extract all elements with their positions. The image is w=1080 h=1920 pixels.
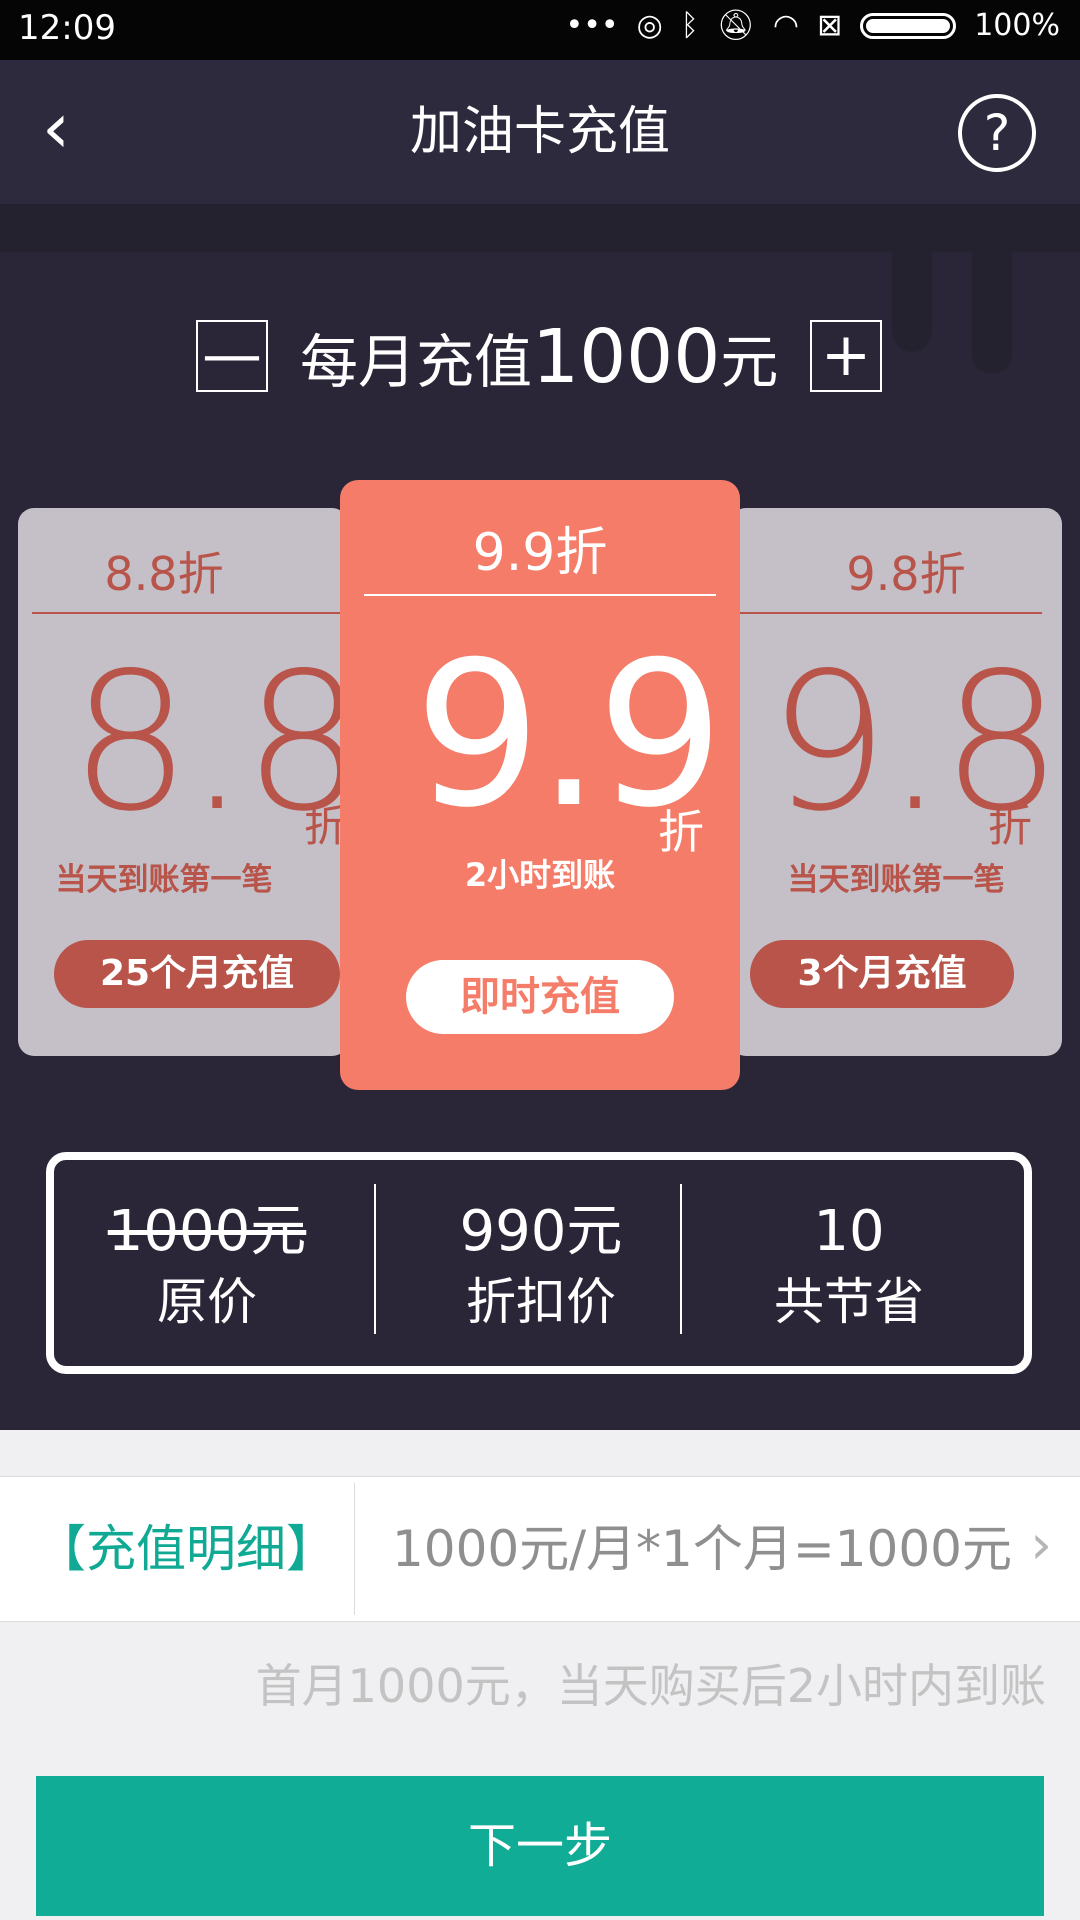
recharge-panel: — 每月充值1000元 + 8.8折 8.8 折 当天到账第一笔 25个月充值 … [0, 204, 1080, 1430]
card-divider [32, 612, 348, 614]
status-icons: ••• ◎ ᛒ 🔕︎ ◠ ⊠ 100% [566, 8, 1060, 43]
bluetooth-icon: ᛒ [680, 8, 699, 43]
arrival-note: 首月1000元，当天购买后2小时内到账 [255, 1659, 1046, 1713]
wifi-icon: ◠ [772, 8, 800, 43]
next-step-button[interactable]: 下一步 [36, 1776, 1044, 1916]
summary-divider [680, 1184, 682, 1334]
plan-discount-unit: 折 [988, 801, 1032, 852]
instant-recharge-button[interactable]: 即时充值 [406, 960, 674, 1034]
bell-off-icon: 🔕︎ [716, 8, 755, 43]
original-price-column: 1000元 原价 [54, 1160, 360, 1366]
page-title: 加油卡充值 [409, 102, 670, 162]
card-divider [730, 612, 1042, 614]
header: ‹ 加油卡充值 ? [0, 60, 1080, 204]
status-time: 12:09 [18, 8, 116, 48]
more-dots-icon: ••• [565, 8, 619, 43]
discount-price-column: 990元 折扣价 [388, 1160, 694, 1366]
savings-column: 10 共节省 [696, 1160, 1002, 1366]
plan-subtitle: 2小时到账 [464, 856, 616, 894]
discount-price-label: 折扣价 [466, 1273, 616, 1331]
help-button[interactable]: ? [958, 94, 1036, 172]
minus-button[interactable]: — [196, 320, 268, 392]
hotspot-icon: ◎ [636, 8, 663, 43]
plan-discount-title: 9.9折 [472, 523, 608, 583]
sim-icon: ⊠ [817, 8, 843, 43]
plus-button[interactable]: + [810, 320, 882, 392]
original-price-value: 1000元 [107, 1199, 307, 1264]
plan-card-left[interactable]: 8.8折 8.8 折 当天到账第一笔 25个月充值 [18, 508, 348, 1056]
plan-card-right[interactable]: 9.8折 9.8 折 当天到账第一笔 3个月充值 [730, 508, 1062, 1056]
question-icon: ? [983, 104, 1011, 162]
status-bar: 12:09 ••• ◎ ᛒ 🔕︎ ◠ ⊠ 100% [0, 0, 1080, 60]
detail-divider [354, 1483, 355, 1615]
plan-button-25-months[interactable]: 25个月充值 [54, 940, 340, 1008]
price-summary: 1000元 原价 990元 折扣价 10 共节省 [46, 1152, 1032, 1374]
recharge-detail-row[interactable]: 【充值明细】 1000元/月*1个月=1000元 › [0, 1476, 1080, 1622]
recharge-detail-label: 【充值明细】 [36, 1520, 336, 1578]
plan-discount-title: 9.8折 [846, 547, 966, 601]
battery-percent: 100% [974, 8, 1060, 43]
summary-divider [374, 1184, 376, 1334]
chevron-right-icon: › [1030, 1513, 1052, 1576]
savings-value: 10 [813, 1199, 885, 1264]
amount-prefix: 每月充值 [300, 328, 533, 396]
amount-stepper: — 每月充值1000元 + [0, 320, 1080, 396]
plan-discount-title: 8.8折 [104, 547, 224, 601]
monthly-amount-label: 每月充值1000元 [300, 320, 779, 396]
card-divider [364, 594, 716, 596]
plan-card-center-selected[interactable]: 9.9折 9.9 折 2小时到账 即时充值 [340, 480, 740, 1090]
discount-price-value: 990元 [459, 1199, 623, 1264]
battery-icon [860, 12, 957, 39]
amount-suffix: 元 [720, 328, 779, 396]
savings-label: 共节省 [774, 1273, 924, 1331]
recharge-detail-value: 1000元/月*1个月=1000元 [391, 1520, 1012, 1578]
plan-button-3-months[interactable]: 3个月充值 [750, 940, 1014, 1008]
amount-value: 1000 [532, 314, 721, 400]
original-price-label: 原价 [157, 1273, 257, 1331]
plan-subtitle: 当天到账第一笔 [787, 862, 1005, 898]
plan-subtitle: 当天到账第一笔 [55, 862, 273, 898]
